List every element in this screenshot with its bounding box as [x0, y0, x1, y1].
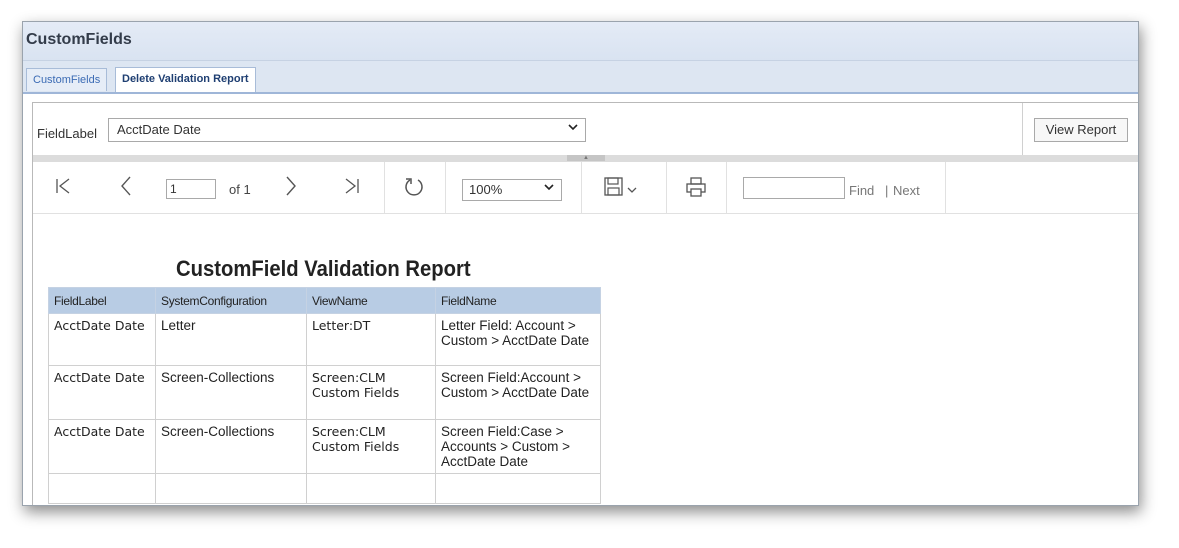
- fieldlabel-dropdown[interactable]: AcctDate Date: [108, 118, 586, 142]
- toolbar-divider: [666, 162, 667, 213]
- report-title: CustomField Validation Report: [176, 256, 471, 281]
- collapse-handle-icon[interactable]: ▲: [567, 155, 605, 161]
- cell-fieldlabel: AcctDate Date: [48, 365, 156, 420]
- toolbar-divider: [384, 162, 385, 213]
- table-header-row: FieldLabel SystemConfiguration ViewName …: [48, 287, 601, 314]
- cell-viewname: Screen:CLM Custom Fields: [306, 419, 436, 474]
- toolbar-divider: [726, 162, 727, 213]
- cell-viewname: Letter:DT: [306, 313, 436, 366]
- cell-fieldlabel: AcctDate Date: [48, 419, 156, 474]
- next-page-icon[interactable]: [284, 175, 298, 203]
- tab-strip: CustomFields Delete Validation Report: [23, 61, 1138, 94]
- report-toolbar: of 1 100%: [33, 162, 1138, 214]
- find-next-separator: |: [885, 183, 889, 198]
- column-header: ViewName: [306, 287, 436, 314]
- cell-fieldname: Screen Field:Account > Custom > AcctDate…: [435, 365, 601, 420]
- table-row: AcctDate Date Screen-Collections Screen:…: [48, 365, 601, 420]
- prev-page-icon[interactable]: [119, 175, 133, 203]
- cell-fieldname: Letter Field: Account > Custom > AcctDat…: [435, 313, 601, 366]
- column-header: FieldLabel: [48, 287, 156, 314]
- cell-systemconfiguration: Letter: [155, 313, 307, 366]
- toolbar-divider: [945, 162, 946, 213]
- window-titlebar: CustomFields: [23, 22, 1138, 61]
- last-page-icon[interactable]: [342, 176, 360, 202]
- report-viewer: FieldLabel AcctDate Date View Report ▲ o…: [32, 102, 1138, 505]
- cell-systemconfiguration: Screen-Collections: [155, 365, 307, 420]
- zoom-dropdown[interactable]: 100%: [462, 179, 562, 201]
- print-icon[interactable]: [685, 176, 707, 204]
- report-table: FieldLabel SystemConfiguration ViewName …: [48, 287, 601, 504]
- find-link[interactable]: Find: [849, 183, 874, 198]
- table-row: AcctDate Date Letter Letter:DT Letter Fi…: [48, 313, 601, 366]
- first-page-icon[interactable]: [55, 176, 73, 202]
- cell-fieldname: Screen Field:Case > Accounts > Custom > …: [435, 419, 601, 474]
- parameter-area: FieldLabel AcctDate Date View Report: [33, 103, 1138, 156]
- cell-systemconfiguration: Screen-Collections: [155, 419, 307, 474]
- toolbar-divider: [445, 162, 446, 213]
- column-header: FieldName: [435, 287, 601, 314]
- view-report-button[interactable]: View Report: [1034, 118, 1128, 142]
- next-link[interactable]: Next: [893, 183, 920, 198]
- tab-customfields[interactable]: CustomFields: [26, 68, 108, 91]
- toolbar-divider: [581, 162, 582, 213]
- parameter-splitter[interactable]: ▲: [33, 155, 1138, 162]
- param-divider: [1022, 103, 1023, 155]
- page-number-input[interactable]: [166, 179, 216, 199]
- chevron-down-icon: [567, 121, 579, 136]
- refresh-icon[interactable]: [402, 175, 426, 205]
- window-title: CustomFields: [26, 31, 132, 48]
- fieldlabel-param-label: FieldLabel: [37, 126, 97, 141]
- table-row: [48, 473, 601, 504]
- column-header: SystemConfiguration: [155, 287, 307, 314]
- custom-fields-window: CustomFields CustomFields Delete Validat…: [22, 21, 1139, 506]
- find-input[interactable]: [743, 177, 845, 199]
- tab-delete-validation-report[interactable]: Delete Validation Report: [115, 67, 256, 92]
- cell-viewname: Screen:CLM Custom Fields: [306, 365, 436, 420]
- chevron-down-icon: [543, 181, 555, 196]
- fieldlabel-selected-value: AcctDate Date: [117, 122, 201, 137]
- zoom-value: 100%: [469, 182, 503, 197]
- cell-fieldlabel: AcctDate Date: [48, 313, 156, 366]
- save-icon[interactable]: [604, 177, 640, 205]
- table-row: AcctDate Date Screen-Collections Screen:…: [48, 419, 601, 474]
- page-count-text: of 1: [229, 182, 251, 197]
